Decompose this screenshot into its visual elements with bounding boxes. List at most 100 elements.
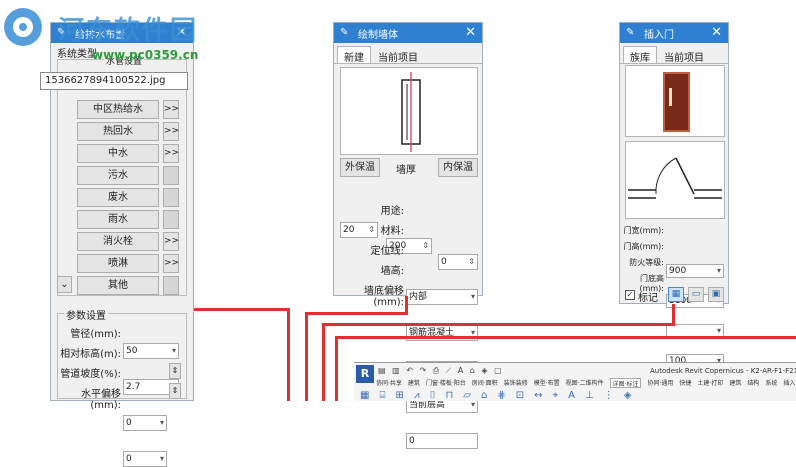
door-field-label: 防火等级:	[629, 258, 664, 267]
insert-door-panel: ✎ 插入门 ✕ 族库 当前项目 门宽(mm):900▾门高(mm):2100▾防…	[619, 22, 729, 368]
water-system-button[interactable]: 热回水	[77, 122, 159, 141]
chevron-down-icon[interactable]: ▾	[160, 452, 164, 466]
ribbon-tab[interactable]: 插入	[783, 378, 795, 388]
expand-arrow-button[interactable]	[163, 188, 179, 207]
expand-arrow-button[interactable]: >>	[163, 100, 179, 119]
ribbon-tab[interactable]: 协同·通用	[647, 378, 673, 388]
wall-field-input[interactable]: 内部 ▾	[406, 289, 478, 305]
water-system-button[interactable]: 喷淋	[77, 254, 159, 273]
ribbon-tab[interactable]: 房间·面积	[472, 378, 498, 388]
beam-tool-icon[interactable]: ⊓	[445, 390, 453, 402]
room-tool-icon[interactable]: ⊡	[516, 390, 524, 402]
wall-tool-icon[interactable]: ▦	[360, 390, 369, 402]
expand-arrow-button[interactable]: >>	[163, 122, 179, 141]
close-icon[interactable]: ✕	[711, 26, 722, 39]
chevron-down-icon[interactable]: ▾	[717, 265, 721, 277]
param-input[interactable]: 50 ▾	[123, 343, 179, 359]
water-system-button[interactable]: 消火栓	[77, 232, 159, 251]
spinner-arrows-icon[interactable]: ⇕	[169, 363, 181, 379]
save-icon[interactable]: ▥	[392, 366, 402, 375]
expand-icon[interactable]: ⌄	[57, 276, 72, 293]
inner-insulation-button[interactable]: 内保温	[438, 158, 478, 177]
expand-arrow-button[interactable]: >>	[163, 254, 179, 273]
spinner-arrows-icon[interactable]: ⇕	[169, 383, 181, 399]
level-tool-icon[interactable]: ⊥	[585, 390, 594, 402]
expand-arrow-button[interactable]	[163, 210, 179, 229]
tag-style-2-icon[interactable]: ▭	[688, 287, 704, 302]
spinner-arrows-icon[interactable]: ⇕	[422, 239, 429, 253]
expand-arrow-button[interactable]: >>	[163, 144, 179, 163]
expand-arrow-button[interactable]	[163, 166, 179, 185]
door-plan-drawing	[628, 157, 722, 199]
tab-family-library[interactable]: 族库	[623, 46, 657, 64]
ribbon-tab[interactable]: 结构	[747, 378, 759, 388]
column-tool-icon[interactable]: ⌷	[429, 390, 435, 402]
ribbon-tab[interactable]: 快捷	[679, 378, 691, 388]
measure-icon[interactable]: ⟋	[446, 366, 454, 375]
chevron-down-icon[interactable]: ▾	[160, 416, 164, 430]
section-tool-icon[interactable]: ◈	[624, 390, 632, 402]
stair-tool-icon[interactable]: ⩘	[414, 390, 420, 402]
param-input[interactable]: 0 ▾	[123, 451, 167, 467]
grid-tool-icon[interactable]: ⋮	[604, 390, 614, 402]
ribbon-tab[interactable]: 建筑	[408, 378, 420, 388]
ribbon-tab[interactable]: 协同·共享	[376, 378, 402, 388]
expand-arrow-button[interactable]: >>	[163, 232, 179, 251]
close-icon[interactable]: ✕	[465, 26, 476, 39]
ribbon-tab[interactable]: 系统	[765, 378, 777, 388]
redo-icon[interactable]: ↷	[419, 366, 428, 375]
close-hidden-icon[interactable]: ▢	[494, 366, 504, 375]
outer-insulation-button[interactable]: 外保温	[340, 158, 380, 177]
door-field-input[interactable]: 900 ▾	[666, 264, 724, 278]
door-tool-icon[interactable]: ⌸	[379, 390, 385, 402]
revit-app-button[interactable]: R	[356, 365, 374, 383]
view-3d-icon[interactable]: ⌂	[470, 366, 477, 375]
tag-checkbox[interactable]: ✓	[625, 290, 635, 300]
water-system-button[interactable]: 污水	[77, 166, 159, 185]
ribbon-tab[interactable]: 模型·布置	[534, 378, 560, 388]
text-tool-icon[interactable]: A	[568, 390, 575, 402]
wall-field-label: 定位线:	[370, 246, 404, 257]
spinner-arrows-icon[interactable]: ⇕	[468, 255, 475, 269]
tag-tool-icon[interactable]: ⌖	[553, 390, 559, 402]
roof-tool-icon[interactable]: ⌂	[481, 390, 487, 402]
connector-line	[335, 336, 338, 401]
tab-current-project[interactable]: 当前项目	[657, 46, 711, 64]
water-system-button[interactable]: 废水	[77, 188, 159, 207]
ribbon-tab[interactable]: 视图·二维构件	[566, 378, 604, 388]
connector-line	[335, 336, 796, 339]
expand-arrow-button[interactable]	[163, 276, 179, 295]
ribbon-tab[interactable]: 土建·打印	[697, 378, 723, 388]
railing-tool-icon[interactable]: ⋕	[497, 390, 505, 402]
inner-insulation-spinner[interactable]: 0 ⇕	[438, 254, 478, 270]
connector-line	[322, 323, 325, 401]
chevron-down-icon[interactable]: ▾	[172, 344, 176, 358]
tab-new[interactable]: 新建	[337, 46, 371, 64]
water-system-button[interactable]: 中水	[77, 144, 159, 163]
app-icon: ✎	[626, 27, 635, 38]
print-icon[interactable]: ⎙	[433, 366, 441, 375]
floor-tool-icon[interactable]: ▱	[463, 390, 471, 402]
ribbon-tab[interactable]: 详图·标注	[609, 378, 642, 388]
ribbon-tab[interactable]: 建筑	[729, 378, 741, 388]
chevron-down-icon[interactable]: ▾	[471, 290, 475, 304]
water-system-button[interactable]: 其他	[77, 276, 159, 295]
text-icon[interactable]: A	[458, 366, 465, 375]
param-input[interactable]: 0 ▾	[123, 415, 167, 431]
undo-icon[interactable]: ↶	[406, 366, 415, 375]
wall-preview	[340, 67, 478, 155]
tag-style-3-icon[interactable]: ▣	[708, 287, 724, 302]
water-system-button[interactable]: 中区热给水	[77, 100, 159, 119]
tab-current-project[interactable]: 当前项目	[371, 46, 425, 64]
open-icon[interactable]: ▤	[378, 366, 388, 375]
dimension-tool-icon[interactable]: ↔	[534, 390, 542, 402]
window-tool-icon[interactable]: ⊞	[395, 390, 403, 402]
wall-field-input[interactable]: 0	[406, 433, 478, 449]
ribbon-tab[interactable]: 装饰装修	[504, 378, 528, 388]
draw-wall-panel: ✎ 绘制墙体 ✕ 新建 当前项目 外保温 墙厚 内保温 20 ⇕ 200 ⇕ 0 ⇕ …	[333, 22, 483, 449]
section-icon[interactable]: ◈	[481, 366, 489, 375]
door-field-label: 门宽(mm):	[623, 226, 664, 235]
water-system-button[interactable]: 雨水	[77, 210, 159, 229]
ribbon-tab[interactable]: 门窗·楼板·阳台	[426, 378, 466, 388]
tag-style-1-icon[interactable]: ▦	[668, 287, 684, 302]
